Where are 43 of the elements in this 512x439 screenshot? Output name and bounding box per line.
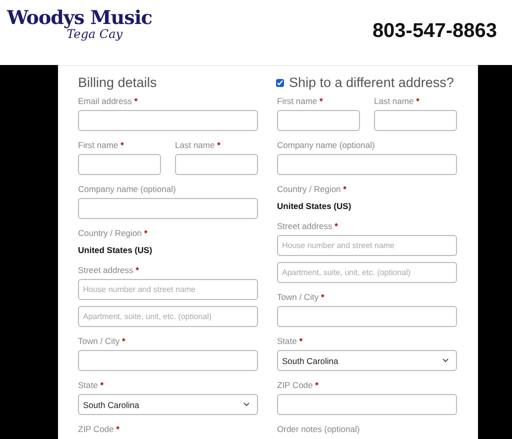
field-label: Last name *: [175, 140, 222, 151]
input-field[interactable]: Apartment, suite, unit, etc. (optional): [78, 306, 258, 327]
chevron-down-icon: [442, 358, 449, 363]
input-field[interactable]: Apartment, suite, unit, etc. (optional): [277, 262, 457, 283]
section-title: Ship to a different address?: [289, 75, 454, 90]
field-label: State *: [78, 380, 105, 391]
ship-checkbox[interactable]: [276, 78, 284, 86]
input-field[interactable]: [277, 394, 457, 415]
field-label: Country / Region *: [277, 184, 348, 195]
field-label: Town / City *: [277, 292, 326, 303]
field-label: Town / City *: [78, 336, 126, 347]
field-label: State *: [277, 336, 304, 347]
field-label: Street address *: [277, 221, 339, 232]
input-field[interactable]: [374, 110, 457, 131]
field-label: Email address *: [78, 96, 139, 107]
input-field[interactable]: [78, 110, 258, 131]
field-label: First name *: [277, 96, 324, 107]
field-label: Company name (optional): [277, 140, 376, 151]
input-field[interactable]: [78, 154, 161, 175]
field-label: Company name (optional): [78, 184, 177, 195]
field-label: Country / Region *: [78, 228, 148, 239]
input-field[interactable]: [277, 306, 457, 327]
field-label: Last name *: [374, 96, 420, 107]
logo[interactable]: Woodys Music Tega Cay: [7, 9, 152, 40]
state-select[interactable]: South Carolina: [78, 394, 258, 415]
field-label: Order notes (optional): [277, 424, 361, 435]
field-label: ZIP Code *: [277, 380, 320, 391]
input-field[interactable]: [78, 198, 258, 219]
section-title: Billing details: [78, 75, 157, 90]
input-field[interactable]: [78, 350, 258, 371]
field-label: Street address *: [78, 265, 140, 276]
phone-number: 803-547-8863: [372, 20, 497, 43]
state-select[interactable]: South Carolina: [277, 350, 457, 371]
chevron-down-icon: [243, 402, 250, 407]
input-field[interactable]: House number and street name: [277, 235, 457, 256]
input-field[interactable]: House number and street name: [78, 279, 258, 300]
country-value: United States (US): [277, 201, 352, 212]
input-field[interactable]: [277, 110, 360, 131]
input-field[interactable]: [175, 154, 258, 175]
country-value: United States (US): [78, 245, 154, 256]
field-label: ZIP Code *: [78, 424, 120, 435]
field-label: First name *: [78, 140, 125, 151]
input-field[interactable]: [277, 154, 457, 175]
